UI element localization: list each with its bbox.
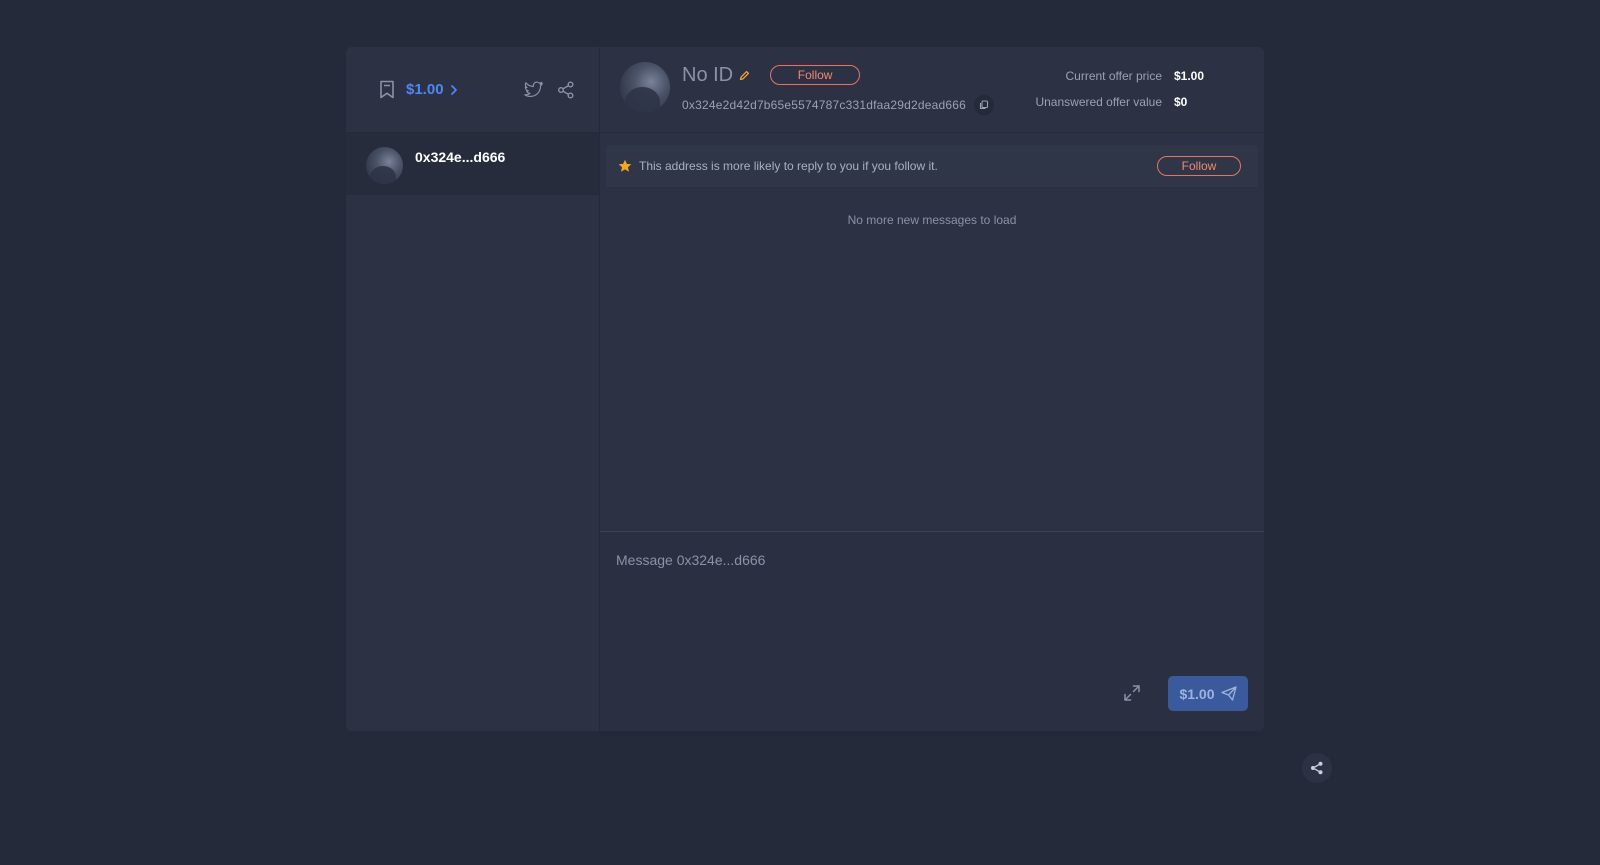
current-offer-row: Current offer price $1.00 xyxy=(1012,69,1214,95)
chat-header: No ID Follow 0x324e2d42d7b65e5574787c331… xyxy=(600,47,1264,133)
conversation-name: 0x324e...d666 xyxy=(415,149,506,165)
expand-icon[interactable] xyxy=(1120,681,1144,705)
share-icon[interactable] xyxy=(555,79,577,101)
sidebar: $1.00 0x324e...d666 xyxy=(346,47,600,731)
balance-link[interactable]: $1.00 xyxy=(406,81,458,98)
pencil-icon[interactable] xyxy=(739,70,750,81)
name-row: No ID Follow xyxy=(682,62,994,88)
notice-follow-button[interactable]: Follow xyxy=(1157,156,1241,176)
star-icon xyxy=(618,159,632,173)
send-price: $1.00 xyxy=(1179,685,1215,702)
send-icon xyxy=(1220,686,1237,701)
unanswered-offer-label: Unanswered offer value xyxy=(1035,95,1162,109)
balance-amount: $1.00 xyxy=(406,81,444,98)
profile-name: No ID xyxy=(682,63,734,86)
conversation-item[interactable]: 0x324e...d666 xyxy=(346,133,599,195)
profile-avatar[interactable] xyxy=(620,62,670,112)
twitter-icon[interactable] xyxy=(523,79,545,101)
sidebar-header: $1.00 xyxy=(346,47,599,133)
offer-info: Current offer price $1.00 Unanswered off… xyxy=(1012,69,1214,121)
current-offer-value: $1.00 xyxy=(1174,69,1205,83)
no-more-messages: No more new messages to load xyxy=(847,213,1017,227)
address-row: 0x324e2d42d7b65e5574787c331dfaa29d2dead6… xyxy=(682,95,995,115)
wallet-address: 0x324e2d42d7b65e5574787c331dfaa29d2dead6… xyxy=(682,98,967,112)
send-button[interactable]: $1.00 xyxy=(1168,676,1248,711)
current-offer-label: Current offer price xyxy=(1065,69,1163,83)
copy-icon[interactable] xyxy=(974,95,995,115)
chat-app: $1.00 0x324e...d666 No ID Follow 0x324e2… xyxy=(346,47,1264,731)
chevron-right-icon xyxy=(450,84,458,96)
floating-share-icon[interactable] xyxy=(1302,753,1332,783)
avatar xyxy=(366,147,403,184)
unanswered-offer-row: Unanswered offer value $0 xyxy=(1012,95,1214,121)
chat-panel: No ID Follow 0x324e2d42d7b65e5574787c331… xyxy=(600,47,1264,731)
bookmark-icon[interactable] xyxy=(376,79,398,101)
notice-text: This address is more likely to reply to … xyxy=(639,159,938,173)
profile-info: No ID Follow 0x324e2d42d7b65e5574787c331… xyxy=(682,62,995,115)
message-input[interactable] xyxy=(616,552,1248,642)
unanswered-offer-value: $0 xyxy=(1174,95,1188,109)
follow-notice: This address is more likely to reply to … xyxy=(606,145,1258,187)
message-list[interactable]: No more new messages to load xyxy=(600,187,1264,531)
message-composer: $1.00 xyxy=(600,531,1264,731)
follow-button[interactable]: Follow xyxy=(770,65,861,85)
